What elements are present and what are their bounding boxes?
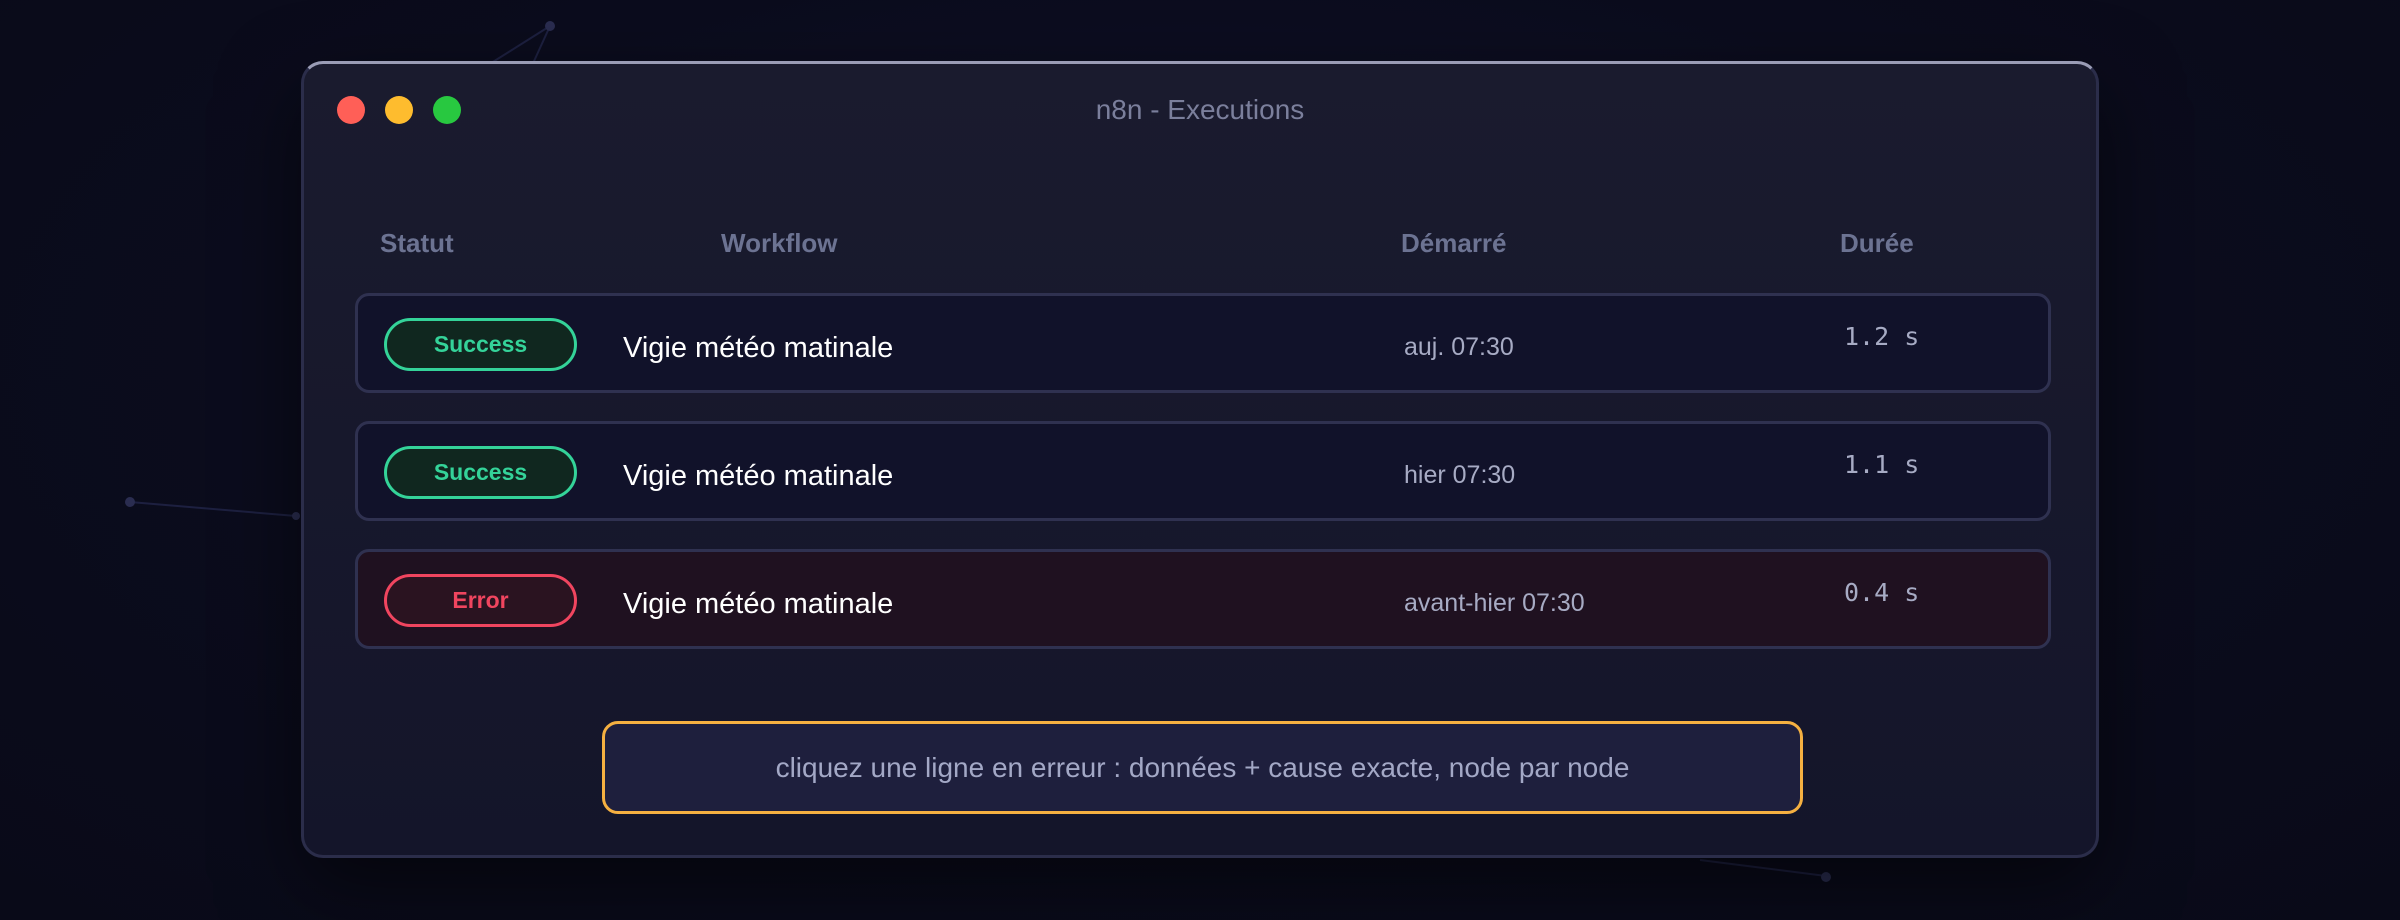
execution-row[interactable]: Success Vigie météo matinale auj. 07:30 … bbox=[355, 293, 2051, 393]
workflow-name: Vigie météo matinale bbox=[623, 332, 894, 364]
column-header-started: Démarré bbox=[1401, 228, 1507, 258]
workflow-name: Vigie météo matinale bbox=[623, 588, 894, 620]
workflow-name: Vigie météo matinale bbox=[623, 460, 894, 492]
started-time: avant-hier 07:30 bbox=[1404, 589, 1585, 617]
column-header-duration: Durée bbox=[1840, 228, 1914, 258]
duration-value: 1.2 s bbox=[1844, 322, 1920, 351]
duration-value: 1.1 s bbox=[1844, 450, 1920, 479]
started-time: auj. 07:30 bbox=[1404, 333, 1514, 361]
executions-window: n8n - Executions Statut Workflow Démarré… bbox=[301, 61, 2099, 858]
window-title: n8n - Executions bbox=[1095, 94, 1305, 125]
started-time: hier 07:30 bbox=[1404, 461, 1516, 489]
column-header-workflow: Workflow bbox=[721, 228, 838, 258]
hint-callout: cliquez une ligne en erreur : données + … bbox=[602, 721, 1803, 814]
execution-row-error[interactable]: Error Vigie météo matinale avant-hier 07… bbox=[355, 549, 2051, 649]
status-badge-success: Success bbox=[384, 318, 577, 371]
status-badge-success: Success bbox=[384, 446, 577, 499]
execution-row[interactable]: Success Vigie météo matinale hier 07:30 … bbox=[355, 421, 2051, 521]
duration-value: 0.4 s bbox=[1844, 578, 1920, 607]
status-badge-error: Error bbox=[384, 574, 577, 627]
column-header-status: Statut bbox=[380, 228, 454, 258]
